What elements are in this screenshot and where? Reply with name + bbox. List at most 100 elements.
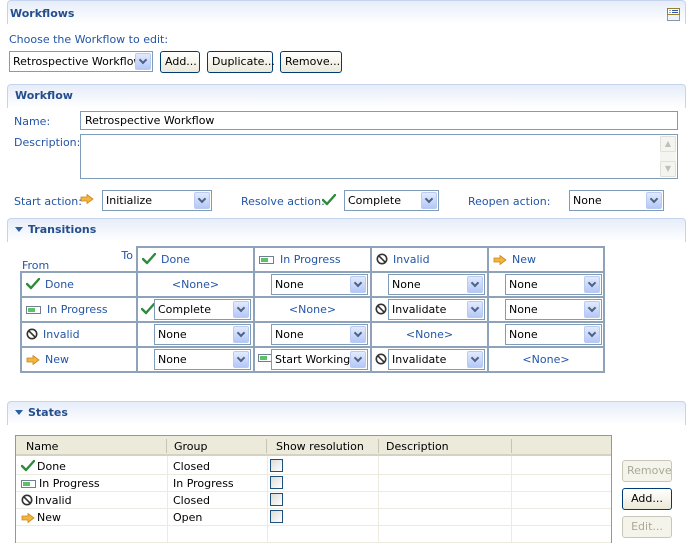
- chevron-down-icon[interactable]: [646, 192, 662, 209]
- transition-select[interactable]: None: [505, 299, 602, 320]
- column-header-label: New: [493, 253, 536, 268]
- chevron-down-icon[interactable]: [135, 53, 151, 70]
- transition-select-value: Invalidate: [392, 353, 447, 366]
- reopen-action-select[interactable]: None: [569, 190, 664, 211]
- chevron-down-icon[interactable]: [584, 326, 600, 343]
- chevron-down-icon[interactable]: [233, 326, 249, 343]
- chevron-down-icon[interactable]: [350, 326, 366, 343]
- chevron-down-icon[interactable]: [233, 301, 249, 318]
- transition-select[interactable]: None: [505, 324, 602, 345]
- chevron-down-icon[interactable]: [350, 276, 366, 293]
- progress-icon: [26, 305, 42, 318]
- row-header-done: Done: [20, 271, 138, 298]
- twisty-expanded-icon[interactable]: [15, 227, 23, 232]
- resolve-action-select[interactable]: Complete: [344, 190, 439, 211]
- chevron-down-icon[interactable]: [467, 301, 483, 318]
- column-header-description[interactable]: Description: [386, 440, 449, 453]
- state-name: Done: [37, 460, 66, 473]
- column-header-label: In Progress: [259, 253, 341, 268]
- column-header-name[interactable]: Name: [26, 440, 58, 453]
- chevron-down-icon[interactable]: [584, 276, 600, 293]
- remove-state-button[interactable]: Remove: [622, 460, 672, 482]
- add-workflow-button[interactable]: Add...: [160, 51, 200, 73]
- no-transition-text: <None>: [288, 303, 337, 316]
- state-row[interactable]: Invalid Closed: [16, 492, 611, 509]
- prohibited-icon: [26, 328, 38, 343]
- progress-icon: [21, 479, 37, 492]
- check-icon: [140, 302, 156, 318]
- row-header-text: Invalid: [43, 328, 80, 341]
- state-name-cell: New: [21, 511, 61, 526]
- transition-row: Done <None> None None None: [20, 271, 605, 298]
- prohibited-icon: [376, 253, 388, 268]
- column-header-label: Invalid: [376, 253, 430, 268]
- transition-select[interactable]: Start Working: [271, 349, 368, 370]
- column-header-text: Done: [161, 253, 190, 266]
- column-header-group[interactable]: Group: [174, 440, 208, 453]
- state-name: Invalid: [35, 494, 72, 507]
- transition-select[interactable]: Invalidate: [388, 349, 485, 370]
- name-input[interactable]: Retrospective Workflow: [80, 111, 678, 130]
- check-icon: [141, 252, 157, 268]
- row-header-new: New: [20, 346, 138, 373]
- transition-select[interactable]: None: [154, 324, 251, 345]
- row-header-label: Invalid: [26, 328, 80, 343]
- transition-row: In Progress Complete <None> Invalidate Non…: [20, 296, 605, 323]
- state-row[interactable]: New Open: [16, 509, 611, 526]
- show-resolution-checkbox[interactable]: [270, 510, 283, 523]
- transition-cell: Complete: [136, 296, 255, 323]
- transition-select[interactable]: Invalidate: [388, 299, 485, 320]
- state-row[interactable]: In Progress In Progress: [16, 475, 611, 492]
- remove-workflow-button[interactable]: Remove...: [280, 51, 342, 73]
- scroll-up-icon[interactable]: ▲: [660, 136, 676, 152]
- transition-select[interactable]: None: [271, 274, 368, 295]
- column-header-show-resolution[interactable]: Show resolution: [276, 440, 364, 453]
- transition-row: Invalid None None <None> None: [20, 321, 605, 348]
- edit-state-button[interactable]: Edit...: [622, 516, 672, 538]
- show-resolution-checkbox[interactable]: [270, 493, 283, 506]
- transition-select-value: None: [158, 328, 187, 341]
- scroll-down-icon[interactable]: ▼: [660, 161, 676, 177]
- transition-select[interactable]: None: [154, 349, 251, 370]
- workflow-select[interactable]: Retrospective Workflow: [9, 51, 153, 72]
- states-table: Name Group Show resolution Description D…: [15, 435, 612, 543]
- progress-icon: [259, 255, 275, 268]
- description-input[interactable]: ▲ ▼: [80, 134, 678, 179]
- state-name: In Progress: [39, 477, 100, 490]
- chevron-down-icon[interactable]: [233, 351, 249, 368]
- description-scrollbar[interactable]: ▲ ▼: [660, 136, 676, 177]
- transition-cell: <None>: [253, 296, 372, 323]
- resolve-action-label: Resolve action:: [241, 195, 325, 208]
- transition-cell: None: [136, 346, 255, 373]
- arrow-right-icon: [21, 512, 35, 526]
- transition-cell: None: [136, 321, 255, 348]
- transitions-title[interactable]: Transitions: [15, 223, 96, 236]
- chevron-down-icon[interactable]: [467, 351, 483, 368]
- duplicate-workflow-button[interactable]: Duplicate...: [207, 51, 275, 73]
- start-action-select[interactable]: Initialize: [102, 190, 212, 211]
- transition-select[interactable]: None: [388, 274, 485, 295]
- transition-select-value: None: [275, 328, 304, 341]
- show-resolution-checkbox[interactable]: [270, 459, 283, 472]
- add-state-button[interactable]: Add...: [622, 488, 672, 510]
- transition-select-value: None: [509, 278, 538, 291]
- chevron-down-icon[interactable]: [194, 192, 210, 209]
- state-row[interactable]: Done Closed: [16, 458, 611, 475]
- transition-select[interactable]: Complete: [154, 299, 251, 320]
- column-separator: [266, 439, 267, 453]
- reopen-action-label: Reopen action:: [468, 195, 551, 208]
- transition-select[interactable]: None: [505, 274, 602, 295]
- layout-toggle-icon[interactable]: [667, 8, 681, 25]
- chevron-down-icon[interactable]: [584, 301, 600, 318]
- twisty-expanded-icon[interactable]: [15, 410, 23, 415]
- chevron-down-icon[interactable]: [467, 276, 483, 293]
- transition-cell: None: [487, 271, 605, 298]
- states-section-header[interactable]: States: [7, 401, 686, 425]
- transitions-section-header[interactable]: Transitions: [7, 218, 686, 242]
- states-title[interactable]: States: [15, 406, 68, 419]
- chevron-down-icon[interactable]: [350, 351, 366, 368]
- chevron-down-icon[interactable]: [421, 192, 437, 209]
- show-resolution-checkbox[interactable]: [270, 476, 283, 489]
- row-header-text: Done: [45, 278, 74, 291]
- transition-select[interactable]: None: [271, 324, 368, 345]
